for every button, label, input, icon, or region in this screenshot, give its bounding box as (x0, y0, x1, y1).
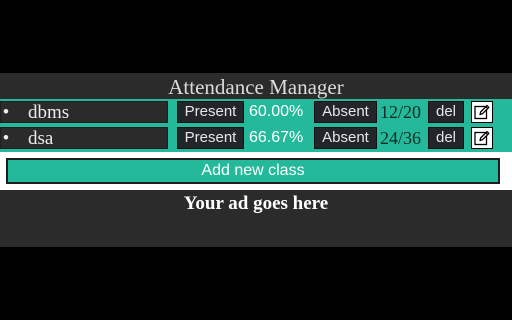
delete-button[interactable]: del (428, 127, 464, 149)
present-button[interactable]: Present (177, 127, 244, 149)
absent-button[interactable]: Absent (314, 101, 377, 123)
class-name-box: • dsa (0, 127, 168, 149)
attendance-ratio: 24/36 (380, 128, 422, 148)
delete-button[interactable]: del (428, 101, 464, 123)
class-row-dbms: • dbms Present 60.00% Absent 12/20 del (0, 100, 512, 126)
attendance-percent: 66.67% (249, 129, 304, 146)
present-button[interactable]: Present (177, 101, 244, 123)
class-list: • dbms Present 60.00% Absent 12/20 del •… (0, 99, 512, 152)
attendance-manager-app: Attendance Manager • dbms Present 60.00%… (0, 73, 512, 247)
edit-button[interactable] (471, 101, 493, 123)
attendance-ratio: 12/20 (380, 102, 422, 122)
app-title: Attendance Manager (168, 75, 344, 99)
list-bullet: • (2, 128, 10, 149)
edit-icon (474, 104, 490, 120)
add-new-class-button[interactable]: Add new class (6, 158, 500, 184)
class-name-box: • dbms (0, 101, 168, 123)
class-name: dbms (28, 102, 70, 123)
list-bullet: • (2, 102, 10, 123)
edit-icon (474, 130, 490, 146)
add-class-container: Add new class (0, 152, 512, 190)
class-name: dsa (28, 128, 54, 149)
ad-placeholder: Your ad goes here (183, 193, 329, 214)
edit-button[interactable] (471, 127, 493, 149)
absent-button[interactable]: Absent (314, 127, 377, 149)
attendance-percent: 60.00% (249, 103, 304, 120)
class-row-dsa: • dsa Present 66.67% Absent 24/36 del (0, 126, 512, 152)
